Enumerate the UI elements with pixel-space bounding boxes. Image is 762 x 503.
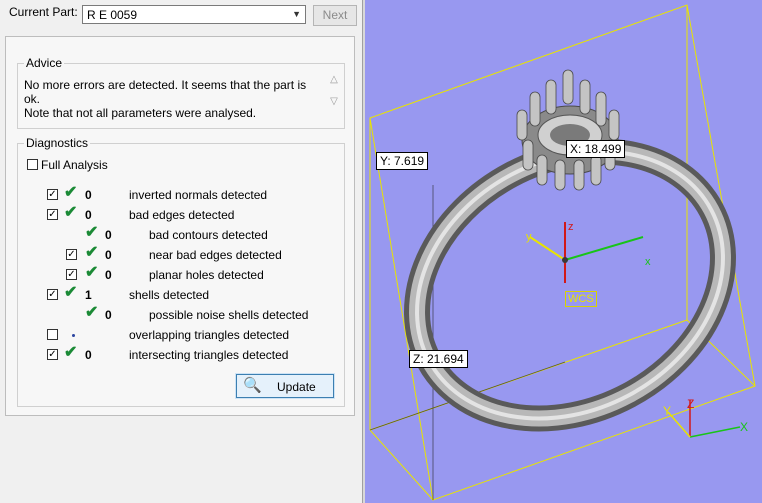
count-bad-edges: 0 [85, 208, 92, 222]
label-bad-contours: bad contours detected [149, 228, 268, 242]
checkbox-planar-holes[interactable]: ✓ [66, 269, 77, 280]
chevron-down-icon[interactable]: ▼ [292, 9, 301, 19]
diagnostics-title: Diagnostics [24, 136, 91, 150]
advice-group: Advice No more errors are detected. It s… [17, 56, 345, 129]
check-icon: ✔ [64, 344, 78, 361]
count-planar-holes: 0 [105, 268, 112, 282]
label-overlapping-triangles: overlapping triangles detected [129, 328, 290, 342]
wcs-z-label: z [568, 221, 574, 233]
update-button[interactable]: 🔍 Update [235, 373, 335, 399]
label-near-bad-edges: near bad edges detected [149, 248, 282, 262]
check-icon: ✔ [85, 224, 99, 241]
check-icon: ✔ [64, 284, 78, 301]
wcs-axes [529, 222, 644, 283]
scene-svg: z x y Z X Y [369, 4, 756, 501]
current-part-label: Current Part: [9, 5, 78, 19]
corner-y-label: Y [663, 404, 671, 418]
x-readout: X: 18.499 [566, 140, 626, 158]
checkbox-shells[interactable]: ✓ [47, 289, 58, 300]
wcs-label: WCS [565, 291, 597, 307]
count-shells: 1 [85, 288, 92, 302]
advice-line-1: No more errors are detected. It seems th… [24, 78, 307, 106]
checkbox-overlapping-triangles[interactable] [47, 329, 58, 340]
advice-title: Advice [24, 56, 65, 70]
ring-model [404, 69, 736, 432]
advice-scrollbar[interactable]: △ ▽ [328, 74, 340, 124]
full-analysis-checkbox[interactable] [27, 159, 38, 170]
count-near-bad-edges: 0 [105, 248, 112, 262]
corner-z-label: Z [687, 397, 694, 411]
full-analysis-label: Full Analysis [41, 158, 108, 172]
check-icon: ✔ [85, 304, 99, 321]
z-readout: Z: 21.694 [409, 350, 468, 368]
y-readout: Y: 7.619 [376, 152, 429, 170]
next-button[interactable]: Next [313, 5, 357, 26]
count-inverted-normals: 0 [85, 188, 92, 202]
count-bad-contours: 0 [105, 228, 112, 242]
left-panel: Current Part: R E 0059 ▼ Next Advice No … [0, 0, 362, 503]
wcs-y-label: y [526, 231, 532, 243]
update-button-label: Update [277, 380, 316, 394]
corner-x-label: X [740, 420, 748, 434]
count-intersecting-triangles: 0 [85, 348, 92, 362]
diagnostics-group: Diagnostics Full Analysis ✓ ✔ 0 inverted… [17, 136, 345, 407]
label-planar-holes: planar holes detected [149, 268, 264, 282]
current-part-select[interactable]: R E 0059 ▼ [82, 5, 306, 24]
checkbox-inverted-normals[interactable]: ✓ [47, 189, 58, 200]
advice-line-2: Note that not all parameters were analys… [24, 106, 257, 120]
check-icon: ✔ [64, 204, 78, 221]
label-noise-shells: possible noise shells detected [149, 308, 309, 322]
bbox-back-edges [369, 185, 566, 500]
wcs-x-label: x [645, 256, 651, 268]
check-icon: ✔ [64, 184, 78, 201]
current-part-value: R E 0059 [87, 8, 138, 22]
checkbox-near-bad-edges[interactable]: ✓ [66, 249, 77, 260]
check-icon: ✔ [85, 264, 99, 281]
wcs-y-axis [529, 236, 566, 261]
pending-dot-icon [72, 334, 75, 337]
wcs-x-axis [564, 236, 644, 261]
label-shells: shells detected [129, 288, 210, 302]
check-icon: ✔ [85, 244, 99, 261]
diagnostics-panel: Advice No more errors are detected. It s… [5, 36, 355, 416]
label-bad-edges: bad edges detected [129, 208, 235, 222]
checkbox-bad-edges[interactable]: ✓ [47, 209, 58, 220]
label-intersecting-triangles: intersecting triangles detected [129, 348, 289, 362]
3d-viewport[interactable]: z x y Z X Y WCS X: 18.499 Y: 7.619 Z: 21… [365, 0, 762, 503]
advice-text: No more errors are detected. It seems th… [24, 78, 314, 120]
label-inverted-normals: inverted normals detected [129, 188, 268, 202]
magnifier-icon: 🔍 [243, 377, 262, 394]
count-noise-shells: 0 [105, 308, 112, 322]
checkbox-intersecting-triangles[interactable]: ✓ [47, 349, 58, 360]
corner-axes [667, 400, 741, 438]
